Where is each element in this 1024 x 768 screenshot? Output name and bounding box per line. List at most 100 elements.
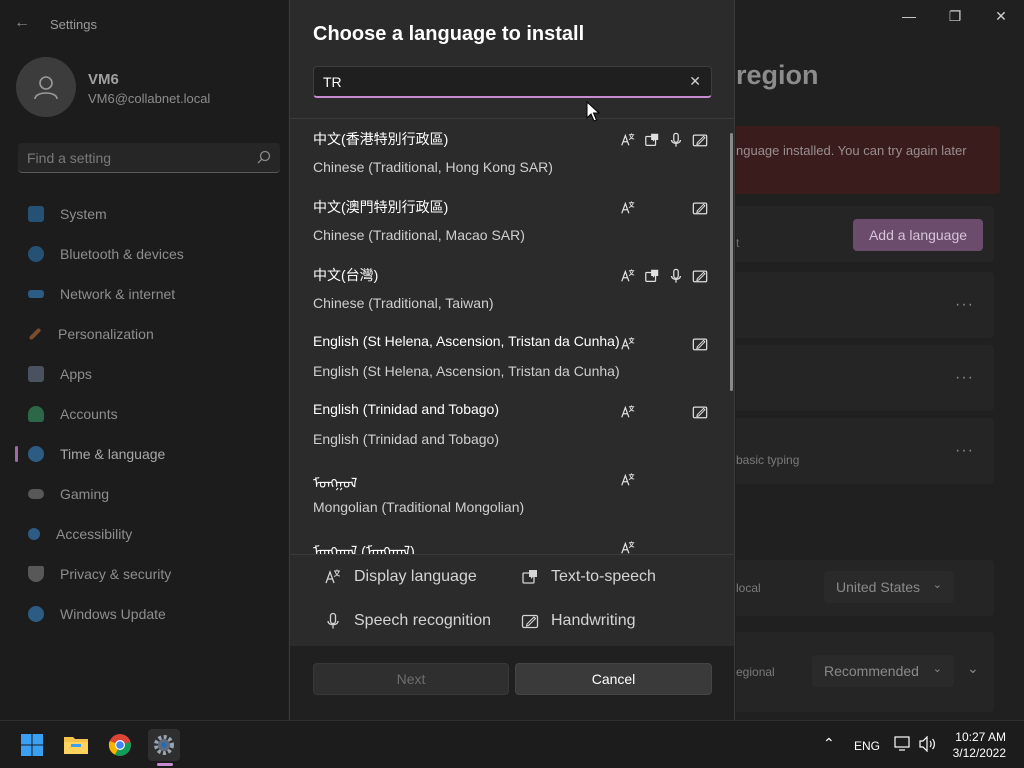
- language-english-name: Chinese (Traditional, Macao SAR): [313, 227, 525, 243]
- language-list-item[interactable]: English (St Helena, Ascension, Tristan d…: [290, 323, 724, 391]
- error-banner: nguage installed. You can try again late…: [736, 126, 1000, 194]
- nav-item-bluetooth[interactable]: Bluetooth & devices: [0, 234, 288, 274]
- country-value: United States: [836, 579, 921, 595]
- find-setting-input[interactable]: Find a setting: [18, 143, 280, 173]
- nav-item-privacy[interactable]: Privacy & security: [0, 554, 288, 594]
- language-list-item[interactable]: English (Trinidad and Tobago) English (Tr…: [290, 391, 724, 459]
- file-explorer-button[interactable]: [60, 729, 92, 761]
- microphone-icon: [667, 267, 685, 285]
- legend-handwriting: Handwriting: [521, 612, 635, 630]
- language-native-name: ᠮᠣᠩᠭᠣᠯ: [313, 475, 358, 491]
- cancel-button[interactable]: Cancel: [515, 663, 712, 695]
- brush-icon: [28, 327, 42, 341]
- error-text: nguage installed. You can try again late…: [736, 143, 967, 158]
- nav-label: Privacy & security: [60, 566, 172, 582]
- language-english-name: Chinese (Traditional, Taiwan): [313, 295, 494, 311]
- user-email: VM6@collabnet.local: [88, 91, 211, 106]
- more-options-icon[interactable]: ···: [955, 442, 974, 460]
- language-list-item[interactable]: 中文(澳門特別行政區) Chinese (Traditional, Macao S…: [290, 187, 724, 255]
- nav-label: Time & language: [60, 446, 166, 462]
- mouse-cursor-icon: [586, 101, 600, 122]
- apps-icon: [28, 366, 44, 382]
- microphone-icon: [327, 612, 339, 629]
- accessibility-icon: [28, 528, 40, 540]
- language-list-item[interactable]: ᠮᠣᠩᠭᠣᠯ (ᠮᠣᠩᠭᠣᠯ): [290, 527, 724, 554]
- text-to-speech-icon: [643, 267, 661, 285]
- language-english-name: English (St Helena, Ascension, Tristan d…: [313, 363, 620, 379]
- language-native-name: English (St Helena, Ascension, Tristan d…: [313, 333, 620, 349]
- display-language-icon: [619, 471, 637, 489]
- user-name: VM6: [88, 71, 119, 88]
- country-label-fragment: local: [736, 581, 761, 595]
- nav-label: Network & internet: [60, 286, 176, 302]
- user-icon: [34, 76, 58, 100]
- scrollbar-thumb[interactable]: [730, 133, 733, 391]
- network-icon[interactable]: [894, 736, 912, 752]
- more-options-icon[interactable]: ···: [955, 369, 974, 387]
- language-search-box[interactable]: ✕: [313, 66, 712, 98]
- shield-icon: [28, 566, 44, 582]
- nav-item-gaming[interactable]: Gaming: [0, 474, 288, 514]
- display-language-icon: [619, 539, 637, 554]
- language-native-name: 中文(香港特別行政區): [313, 131, 449, 147]
- language-native-name: 中文(澳門特別行政區): [313, 199, 449, 215]
- find-setting-placeholder: Find a setting: [27, 150, 112, 166]
- next-button[interactable]: Next: [313, 663, 509, 695]
- close-icon[interactable]: ✕: [978, 0, 1024, 32]
- language-list-item[interactable]: ᠮᠣᠩᠭᠣᠯ Mongolian (Traditional Mongolian): [290, 459, 724, 527]
- display-language-icon: [619, 131, 637, 149]
- volume-icon[interactable]: [919, 736, 937, 752]
- back-arrow-icon[interactable]: ←: [14, 14, 30, 32]
- language-english-name: Chinese (Traditional, Hong Kong SAR): [313, 159, 553, 175]
- chrome-icon: [108, 734, 131, 756]
- legend-label: Display language: [354, 568, 477, 585]
- nav-item-accounts[interactable]: Accounts: [0, 394, 288, 434]
- language-list-item[interactable]: 中文(香港特別行政區) Chinese (Traditional, Hong Ko…: [290, 119, 724, 187]
- language-english-name: Mongolian (Traditional Mongolian): [313, 499, 525, 515]
- input-language-indicator[interactable]: ENG: [854, 739, 880, 753]
- nav-item-accessibility[interactable]: Accessibility: [0, 514, 288, 554]
- clock[interactable]: 10:27 AM 3/12/2022: [953, 729, 1006, 761]
- clear-search-icon[interactable]: ✕: [689, 73, 701, 90]
- text-to-speech-icon: [522, 570, 537, 584]
- page-title: region: [736, 60, 819, 90]
- display-language-icon: [325, 569, 341, 584]
- show-hidden-icons[interactable]: ⌃: [823, 735, 835, 752]
- nav-label: Windows Update: [60, 606, 166, 622]
- expand-chevron-icon[interactable]: ⌄: [967, 660, 979, 677]
- nav-label: Apps: [60, 366, 92, 382]
- add-language-button[interactable]: Add a language: [853, 219, 983, 251]
- globe-clock-icon: [28, 446, 44, 462]
- display-language-icon: [619, 403, 637, 421]
- language-english-name: English (Trinidad and Tobago): [313, 431, 500, 447]
- handwriting-icon: [691, 131, 709, 149]
- country-dropdown[interactable]: United States ⌄: [824, 571, 954, 603]
- handwriting-icon: [691, 199, 709, 217]
- maximize-icon[interactable]: ❐: [932, 0, 978, 32]
- legend-label: Speech recognition: [354, 612, 491, 629]
- language-native-name: English (Trinidad and Tobago): [313, 401, 500, 417]
- nav-item-time-language[interactable]: Time & language: [0, 434, 288, 474]
- gamepad-icon: [28, 489, 44, 499]
- text-to-speech-icon: [643, 131, 661, 149]
- nav-item-personalization[interactable]: Personalization: [0, 314, 288, 354]
- regional-format-dropdown[interactable]: Recommended ⌄: [812, 655, 954, 687]
- nav-item-apps[interactable]: Apps: [0, 354, 288, 394]
- nav-item-system[interactable]: System: [0, 194, 288, 234]
- settings-taskbar-button[interactable]: [148, 729, 180, 761]
- language-native-name: ᠮᠣᠩᠭᠣᠯ (ᠮᠣᠩᠭᠣᠯ): [313, 543, 415, 554]
- language-search-input[interactable]: [323, 72, 673, 92]
- nav-item-windows-update[interactable]: Windows Update: [0, 594, 288, 634]
- person-icon: [28, 406, 44, 422]
- dialog-footer: Next Cancel: [290, 646, 734, 720]
- language-list-item[interactable]: 中文(台灣) Chinese (Traditional, Taiwan): [290, 255, 724, 323]
- start-button[interactable]: [16, 729, 48, 761]
- system-icon: [28, 206, 44, 222]
- minimize-icon[interactable]: —: [886, 0, 932, 32]
- search-icon: [257, 150, 271, 164]
- choose-language-dialog: Choose a language to install ✕ 中文(香港特別行政…: [289, 0, 735, 720]
- more-options-icon[interactable]: ···: [955, 296, 974, 314]
- avatar[interactable]: [16, 57, 76, 117]
- nav-item-network[interactable]: Network & internet: [0, 274, 288, 314]
- chrome-button[interactable]: [104, 729, 136, 761]
